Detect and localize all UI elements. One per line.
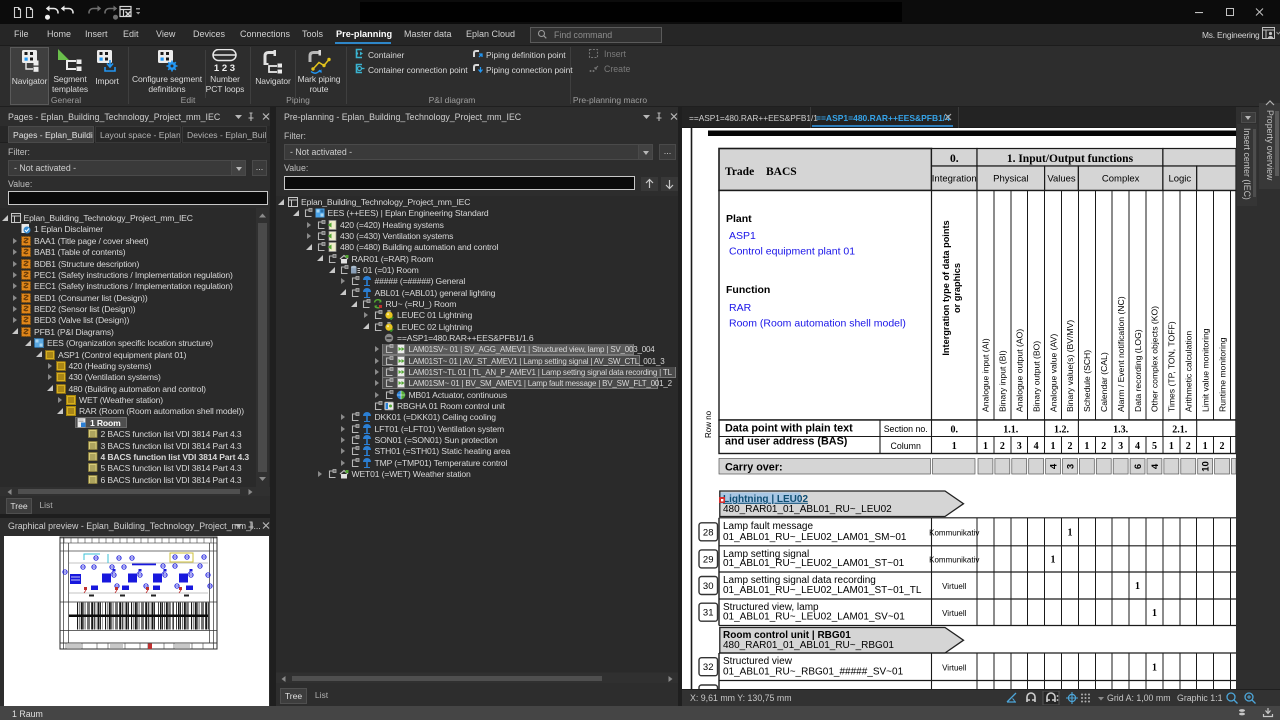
svg-text:0.: 0. bbox=[950, 153, 959, 165]
svg-text:Logic: Logic bbox=[1168, 174, 1191, 185]
svg-text:or graphics: or graphics bbox=[952, 263, 962, 313]
svg-text:Row no: Row no bbox=[704, 410, 713, 438]
svg-text:Lamp fault message: Lamp fault message bbox=[723, 521, 813, 532]
svg-text:Runtime monitoring: Runtime monitoring bbox=[1217, 337, 1227, 412]
svg-text:1: 1 bbox=[1051, 554, 1056, 565]
svg-text:1: 1 bbox=[1152, 608, 1157, 619]
svg-text:1: 1 bbox=[1067, 527, 1072, 538]
svg-text:4: 4 bbox=[1135, 441, 1140, 452]
svg-text:RAR: RAR bbox=[729, 302, 752, 314]
svg-text:1.1.: 1.1. bbox=[1003, 425, 1019, 436]
svg-text:0.: 0. bbox=[951, 425, 959, 436]
svg-text:Plant: Plant bbox=[726, 213, 752, 225]
svg-text:1: 1 bbox=[1152, 662, 1157, 673]
svg-text:Binary value(s) (BV/MV): Binary value(s) (BV/MV) bbox=[1065, 320, 1075, 412]
svg-text:01_ABL01_RU~_RBG01_#####_SV~01: 01_ABL01_RU~_RBG01_#####_SV~01 bbox=[723, 667, 904, 678]
svg-text:ASP1: ASP1 bbox=[729, 230, 756, 242]
svg-text:Data recording (LOG): Data recording (LOG) bbox=[1133, 329, 1143, 412]
svg-text:2: 2 bbox=[1220, 441, 1225, 452]
svg-text:Kommunikativ: Kommunikativ bbox=[929, 555, 979, 564]
svg-text:Intergration type of data poin: Intergration type of data points bbox=[941, 220, 951, 355]
svg-text:Complex: Complex bbox=[1102, 174, 1140, 185]
svg-text:4: 4 bbox=[1034, 441, 1039, 452]
svg-text:Binary input (BI): Binary input (BI) bbox=[998, 350, 1008, 412]
svg-text:10: 10 bbox=[1201, 461, 1212, 472]
svg-text:2: 2 bbox=[1101, 441, 1106, 452]
svg-text:Section no.: Section no. bbox=[884, 424, 928, 434]
svg-text:Data point with plain text: Data point with plain text bbox=[725, 423, 853, 435]
svg-text:Other complex objects (KO): Other complex objects (KO) bbox=[1150, 306, 1160, 412]
svg-text:Control equipment plant 01: Control equipment plant 01 bbox=[729, 246, 855, 258]
svg-text:1.2.: 1.2. bbox=[1054, 425, 1070, 436]
svg-text:Values: Values bbox=[1047, 174, 1076, 185]
svg-text:1. Input/Output functions: 1. Input/Output functions bbox=[1007, 153, 1134, 165]
svg-text:3: 3 bbox=[1065, 464, 1076, 469]
svg-text:Carry over:: Carry over: bbox=[725, 462, 783, 474]
svg-text:6: 6 bbox=[1133, 464, 1144, 469]
svg-text:4: 4 bbox=[1049, 463, 1060, 469]
svg-text:Analogue value (AV): Analogue value (AV) bbox=[1048, 334, 1058, 412]
svg-text:1 2 3: 1 2 3 bbox=[214, 63, 235, 74]
svg-text:Virtuell: Virtuell bbox=[942, 609, 967, 618]
svg-text:Virtuell: Virtuell bbox=[942, 663, 967, 672]
svg-text:32: 32 bbox=[703, 662, 714, 673]
svg-text:01_ABL01_RU~_LEU02_LAM01_ST~01: 01_ABL01_RU~_LEU02_LAM01_ST~01 bbox=[723, 558, 905, 569]
svg-text:Kommunikativ: Kommunikativ bbox=[929, 528, 979, 537]
svg-text:1: 1 bbox=[1135, 581, 1140, 592]
svg-text:1: 1 bbox=[952, 441, 957, 452]
svg-text:3: 3 bbox=[1118, 441, 1123, 452]
svg-text:Times (TP, TON, TOFF): Times (TP, TON, TOFF) bbox=[1167, 321, 1177, 412]
svg-text:Arithmetic calculation: Arithmetic calculation bbox=[1183, 331, 1193, 412]
svg-text:Function: Function bbox=[726, 284, 770, 296]
svg-text:5: 5 bbox=[1152, 441, 1157, 452]
svg-text:Binary output (BO): Binary output (BO) bbox=[1031, 341, 1041, 412]
svg-text:Virtuell: Virtuell bbox=[942, 582, 967, 591]
svg-text:1: 1 bbox=[1203, 441, 1208, 452]
svg-text:480_RAR01_01_ABL01_RU~_RBG01: 480_RAR01_01_ABL01_RU~_RBG01 bbox=[723, 640, 894, 651]
svg-text:Alarm / Event notification (NC: Alarm / Event notification (NC) bbox=[1116, 296, 1126, 412]
svg-text:1: 1 bbox=[1084, 441, 1089, 452]
svg-text:2.1.: 2.1. bbox=[1172, 425, 1188, 436]
svg-text:Schedule (SCH): Schedule (SCH) bbox=[1082, 350, 1092, 412]
svg-text:and user address (BAS): and user address (BAS) bbox=[725, 436, 848, 448]
svg-text:2: 2 bbox=[1000, 441, 1005, 452]
svg-text:Calendar (CAL): Calendar (CAL) bbox=[1099, 352, 1109, 412]
svg-text:30: 30 bbox=[703, 581, 714, 592]
svg-text:01_ABL01_RU~_LEU02_LAM01_SM~01: 01_ABL01_RU~_LEU02_LAM01_SM~01 bbox=[723, 532, 907, 543]
svg-text:2: 2 bbox=[1186, 441, 1191, 452]
svg-text:31: 31 bbox=[703, 608, 714, 619]
svg-text:1: 1 bbox=[1051, 441, 1056, 452]
svg-text:4: 4 bbox=[1150, 463, 1161, 469]
svg-text:Column: Column bbox=[891, 441, 921, 451]
svg-text:Integration: Integration bbox=[932, 174, 977, 185]
svg-text:Physical: Physical bbox=[993, 174, 1028, 185]
svg-text:Limit value monitoring: Limit value monitoring bbox=[1200, 328, 1210, 412]
svg-text:1: 1 bbox=[983, 441, 988, 452]
svg-text:Analogue output (AO): Analogue output (AO) bbox=[1014, 329, 1024, 412]
svg-text:Trade: Trade bbox=[725, 166, 754, 178]
svg-text:Analogue input (AI): Analogue input (AI) bbox=[981, 338, 991, 412]
svg-text:480_RAR01_01_ABL01_RU~_LEU02: 480_RAR01_01_ABL01_RU~_LEU02 bbox=[723, 504, 892, 515]
svg-text:01_ABL01_RU~_LEU02_LAM01_ST~01: 01_ABL01_RU~_LEU02_LAM01_ST~01_TL bbox=[723, 585, 922, 596]
svg-text:29: 29 bbox=[703, 554, 714, 565]
svg-text:Room (Room automation shell mo: Room (Room automation shell model) bbox=[729, 318, 906, 330]
svg-text:2: 2 bbox=[1067, 441, 1072, 452]
svg-text:01_ABL01_RU~_LEU02_LAM01_SV~01: 01_ABL01_RU~_LEU02_LAM01_SV~01 bbox=[723, 612, 905, 623]
svg-text:BACS: BACS bbox=[766, 166, 797, 178]
svg-text:1: 1 bbox=[1169, 441, 1174, 452]
svg-text:Structured view: Structured view bbox=[723, 656, 793, 667]
svg-text:1.3.: 1.3. bbox=[1113, 425, 1129, 436]
svg-text:3: 3 bbox=[1017, 441, 1022, 452]
svg-text:28: 28 bbox=[703, 527, 714, 538]
